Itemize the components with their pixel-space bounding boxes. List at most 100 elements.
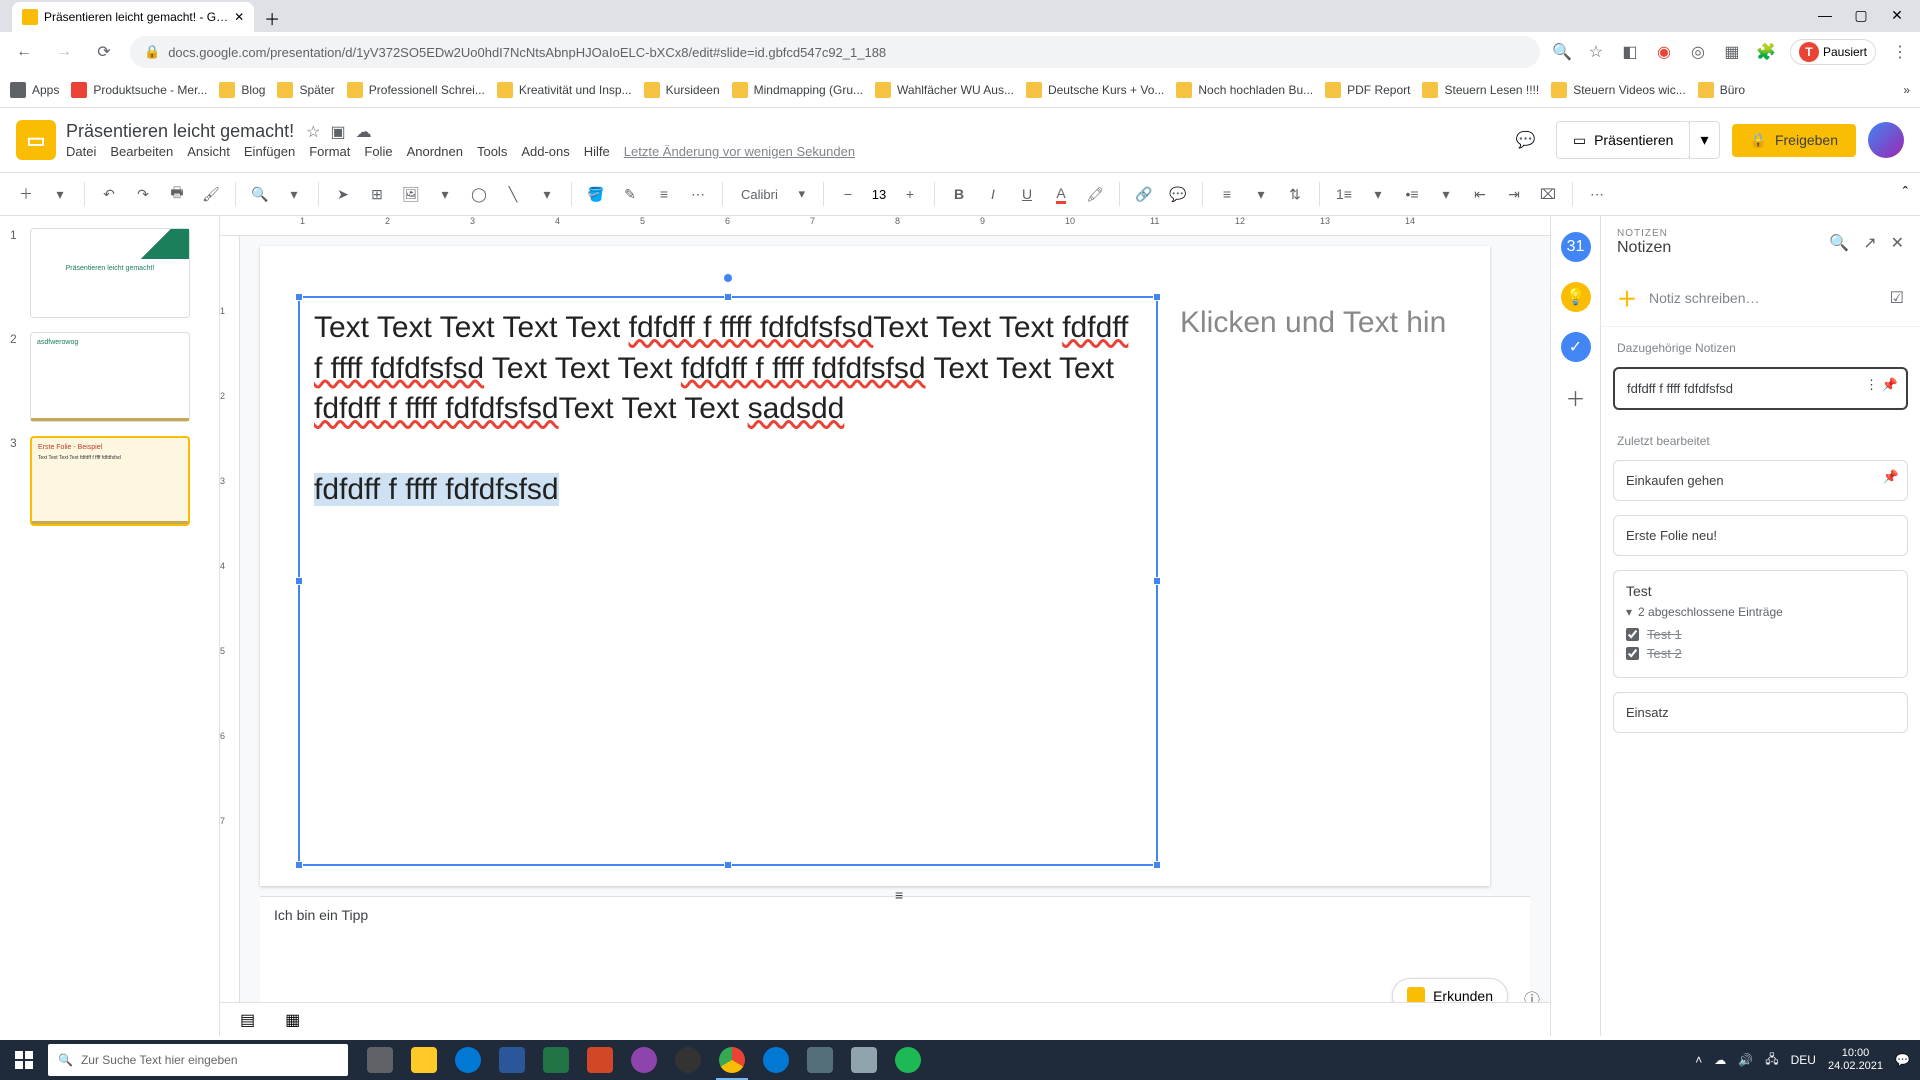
bookmark-item[interactable]: Produktsuche - Mer... [71,82,207,98]
textbox-content[interactable]: Text Text Text Text Text fdfdff f ffff f… [300,298,1156,521]
print-button[interactable]: 🖶 [163,180,191,208]
pin-icon[interactable]: 📌 [1882,377,1898,393]
border-color-button[interactable]: ✎ [616,180,644,208]
new-tab-button[interactable]: ＋ [258,4,286,32]
bookmarks-overflow-icon[interactable]: » [1903,83,1910,97]
select-tool[interactable]: ➤ [329,180,357,208]
tasks-icon[interactable]: ✓ [1561,332,1591,362]
font-size-decrease[interactable]: − [834,180,862,208]
bookmark-item[interactable]: Wahlfächer WU Aus... [875,82,1014,98]
font-size-input[interactable]: 13 [864,187,894,202]
checkbox[interactable] [1626,647,1639,660]
menu-insert[interactable]: Einfügen [244,144,295,159]
slide-thumbnail[interactable]: Präsentieren leicht gemacht! [30,228,190,318]
new-slide-dropdown[interactable]: ▾ [46,180,74,208]
extensions-puzzle-icon[interactable]: 🧩 [1756,42,1776,62]
add-addon-icon[interactable]: ＋ [1561,382,1591,412]
search-icon[interactable]: 🔍 [1829,233,1849,253]
language-indicator[interactable]: DEU [1791,1053,1816,1067]
note-card[interactable]: Erste Folie neu! [1613,515,1908,556]
chrome-icon[interactable] [712,1040,752,1080]
task-view-icon[interactable] [360,1040,400,1080]
numbered-dropdown[interactable]: ▾ [1364,180,1392,208]
window-minimize-icon[interactable]: — [1816,6,1834,24]
menu-addons[interactable]: Add-ons [521,144,569,159]
document-title[interactable]: Präsentieren leicht gemacht! [66,121,294,142]
note-card[interactable]: Einsatz [1613,692,1908,733]
menu-tools[interactable]: Tools [477,144,507,159]
menu-arrange[interactable]: Anordnen [407,144,463,159]
slides-logo-icon[interactable]: ▭ [16,120,56,160]
bulleted-list-button[interactable]: •≡ [1398,180,1426,208]
bookmark-item[interactable]: PDF Report [1325,82,1410,98]
present-dropdown[interactable]: ▾ [1689,121,1719,159]
bookmark-item[interactable]: Steuern Videos wic... [1551,82,1686,98]
share-button[interactable]: 🔒 Freigeben [1732,124,1856,157]
clear-format-button[interactable]: ⌧ [1534,180,1562,208]
check-item[interactable]: Test 2 [1626,646,1895,661]
resize-handle[interactable] [1153,293,1161,301]
indent-decrease-button[interactable]: ⇤ [1466,180,1494,208]
window-maximize-icon[interactable]: ▢ [1852,6,1870,24]
extension-icon[interactable]: ◧ [1620,42,1640,62]
bookmark-item[interactable]: Blog [219,82,265,98]
border-dash-button[interactable]: ⋯ [684,180,712,208]
edge-icon[interactable] [448,1040,488,1080]
word-icon[interactable] [492,1040,532,1080]
numbered-list-button[interactable]: 1≡ [1330,180,1358,208]
note-card-checklist[interactable]: Test ▾ 2 abgeschlossene Einträge Test 1 … [1613,570,1908,678]
account-avatar[interactable] [1868,122,1904,158]
menu-help[interactable]: Hilfe [584,144,610,159]
line-dropdown[interactable]: ▾ [533,180,561,208]
network-icon[interactable]: 🖧 [1765,1050,1778,1071]
bookmark-item[interactable]: Büro [1698,82,1745,98]
checkbox[interactable] [1626,628,1639,641]
grid-view-icon[interactable]: ▦ [285,1010,300,1030]
note-card-active[interactable]: ⋮ 📌 fdfdff f ffff fdfdfsfsd [1613,367,1908,410]
slide-thumbnail-active[interactable]: Erste Folie - Beispiel Text Text Text Te… [30,436,190,526]
italic-button[interactable]: I [979,180,1007,208]
filmstrip-view-icon[interactable]: ▤ [240,1010,255,1030]
image-dropdown[interactable]: ▾ [431,180,459,208]
menu-slide[interactable]: Folie [364,144,392,159]
resize-handle[interactable] [295,577,303,585]
resize-handle[interactable] [295,861,303,869]
zoom-dropdown[interactable]: ▾ [280,180,308,208]
browser-tab[interactable]: Präsentieren leicht gemacht! - G… ✕ [12,2,254,32]
slide-canvas[interactable]: Text Text Text Text Text fdfdff f ffff f… [260,246,1490,886]
new-slide-button[interactable]: ＋ [12,180,40,208]
resize-handle[interactable] [295,293,303,301]
comment-button[interactable]: 💬 [1164,180,1192,208]
cloud-status-icon[interactable]: ☁ [356,122,372,142]
close-tab-icon[interactable]: ✕ [234,10,244,24]
present-button[interactable]: ▭ Präsentieren [1556,121,1691,159]
keep-icon[interactable]: 💡 [1561,282,1591,312]
file-explorer-icon[interactable] [404,1040,444,1080]
app-icon[interactable] [844,1040,884,1080]
paint-format-button[interactable]: 🖌 [197,180,225,208]
tray-chevron-icon[interactable]: ˄ [1695,1053,1702,1067]
bookmark-item[interactable]: Später [277,82,334,98]
note-card[interactable]: 📌 Einkaufen gehen [1613,460,1908,501]
highlight-button[interactable]: 🖍 [1081,180,1109,208]
calendar-icon[interactable]: 31 [1561,232,1591,262]
placeholder-textbox[interactable]: Klicken und Text hin [1180,306,1446,340]
clock[interactable]: 10:00 24.02.2021 [1828,1047,1883,1073]
slide-thumbnail[interactable]: asdfwerowog [30,332,190,422]
spotify-icon[interactable] [888,1040,928,1080]
address-bar[interactable]: 🔒 docs.google.com/presentation/d/1yV372S… [130,36,1540,68]
apps-button[interactable]: Apps [10,82,59,98]
line-spacing-button[interactable]: ⇅ [1281,180,1309,208]
resize-handle[interactable] [1153,577,1161,585]
extension-icon-3[interactable]: ◎ [1688,42,1708,62]
start-button[interactable] [0,1040,48,1080]
bookmark-item[interactable]: Noch hochladen Bu... [1176,82,1313,98]
extension-icon-2[interactable]: ◉ [1654,42,1674,62]
collapse-toolbar-icon[interactable]: ˆ [1903,185,1908,203]
close-panel-icon[interactable]: ✕ [1891,233,1904,253]
menu-view[interactable]: Ansicht [187,144,230,159]
selected-textbox[interactable]: Text Text Text Text Text fdfdff f ffff f… [298,296,1158,866]
textbox-tool[interactable]: ⊞ [363,180,391,208]
checklist-icon[interactable]: ☑ [1890,288,1904,308]
move-icon[interactable]: ▣ [330,122,345,142]
